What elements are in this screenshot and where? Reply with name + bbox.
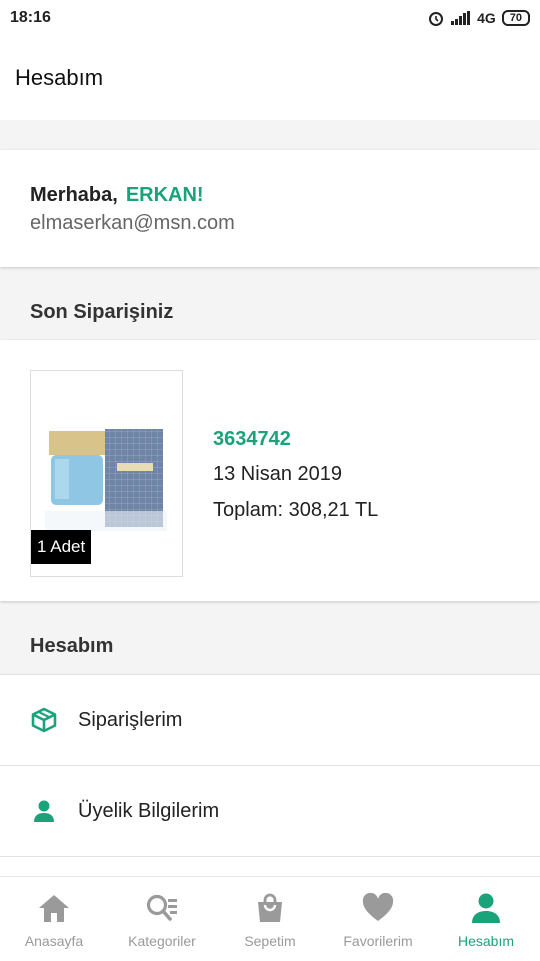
greeting-card: Merhaba, ERKAN! elmaserkan@msn.com bbox=[0, 150, 540, 267]
account-menu: Siparişlerim Üyelik Bilgilerim bbox=[0, 674, 540, 876]
greeting-line: Merhaba, ERKAN! bbox=[30, 184, 204, 207]
order-total: Toplam: 308,21 TL bbox=[213, 499, 379, 521]
greeting-name: ERKAN! bbox=[125, 184, 204, 206]
home-icon bbox=[37, 891, 71, 925]
alarm-icon bbox=[429, 12, 444, 26]
nav-label: Favorilerim bbox=[343, 933, 413, 949]
category-search-icon bbox=[145, 891, 179, 925]
user-icon bbox=[469, 891, 503, 925]
user-email: elmaserkan@msn.com bbox=[30, 212, 235, 234]
last-order-title: Son Siparişiniz bbox=[30, 301, 174, 323]
menu-divider bbox=[0, 856, 540, 876]
bottom-nav: Anasayfa Kategoriler Sepetim Favorilerim bbox=[0, 876, 540, 961]
app-bar: Hesabım bbox=[0, 36, 540, 120]
product-image[interactable]: 1 Adet bbox=[30, 370, 183, 577]
bag-icon bbox=[253, 891, 287, 925]
order-date: 13 Nisan 2019 bbox=[213, 463, 342, 485]
box-icon bbox=[30, 706, 58, 734]
signal-icon bbox=[451, 11, 471, 25]
order-number[interactable]: 3634742 bbox=[213, 428, 291, 451]
nav-label: Kategoriler bbox=[128, 933, 196, 949]
nav-cart[interactable]: Sepetim bbox=[216, 877, 324, 961]
heart-icon bbox=[361, 891, 395, 925]
nav-categories[interactable]: Kategoriler bbox=[108, 877, 216, 961]
nav-favorites[interactable]: Favorilerim bbox=[324, 877, 432, 961]
status-time: 18:16 bbox=[10, 9, 51, 26]
nav-label: Anasayfa bbox=[24, 933, 84, 949]
nav-label: Hesabım bbox=[457, 933, 515, 949]
greeting-hello: Merhaba, bbox=[30, 184, 118, 206]
nav-home[interactable]: Anasayfa bbox=[0, 877, 108, 961]
menu-item-profile[interactable]: Üyelik Bilgilerim bbox=[0, 765, 540, 856]
status-icons: 4G 70 bbox=[427, 9, 530, 27]
last-order-card[interactable]: 1 Adet 3634742 13 Nisan 2019 Toplam: 308… bbox=[0, 340, 540, 601]
battery-icon: 70 bbox=[501, 10, 530, 26]
menu-item-label: Üyelik Bilgilerim bbox=[78, 799, 220, 822]
account-section-title: Hesabım bbox=[30, 635, 114, 657]
page-title: Hesabım bbox=[15, 65, 104, 90]
nav-label: Sepetim bbox=[244, 933, 296, 949]
quantity-badge: 1 Adet bbox=[31, 530, 92, 564]
user-icon bbox=[30, 797, 58, 825]
status-bar: 18:16 4G 70 bbox=[0, 0, 540, 36]
menu-item-orders[interactable]: Siparişlerim bbox=[0, 674, 540, 765]
nav-account[interactable]: Hesabım bbox=[432, 877, 540, 961]
menu-item-label: Siparişlerim bbox=[78, 708, 183, 731]
network-type: 4G bbox=[477, 10, 496, 26]
